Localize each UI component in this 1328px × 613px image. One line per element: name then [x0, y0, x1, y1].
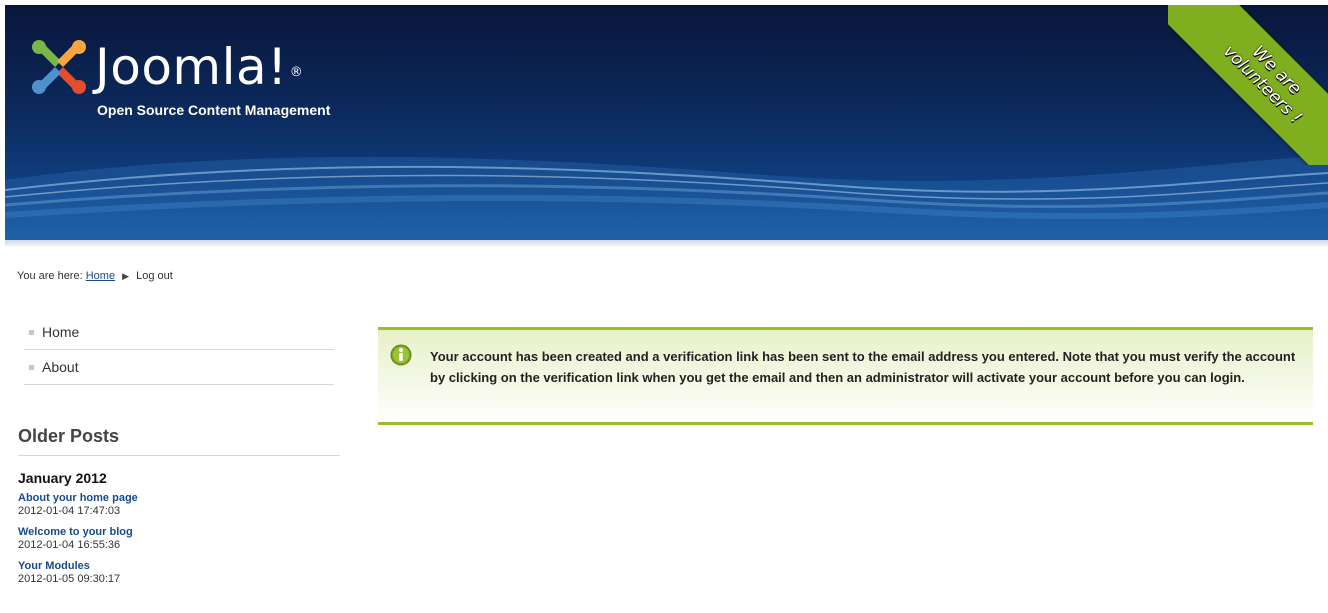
joomla-logo-icon	[32, 40, 86, 94]
archive-post-date: 2012-01-04 17:47:03	[18, 505, 121, 517]
joomla-logo[interactable]: Joomla! ® Open Source Content Management	[27, 31, 367, 131]
archive-post: Welcome to your blog 2012-01-04 16:55:36	[18, 526, 340, 551]
older-posts-module: Older Posts January 2012 About your home…	[18, 426, 340, 585]
menu-item-about[interactable]: About	[24, 350, 334, 385]
info-icon	[390, 344, 412, 366]
archive-post: About your home page 2012-01-04 17:47:03	[18, 492, 340, 517]
older-posts-title: Older Posts	[18, 426, 340, 456]
archive-month: January 2012	[18, 470, 107, 486]
archive-post-date: 2012-01-05 09:30:17	[18, 573, 121, 585]
archive-post-link[interactable]: Welcome to your blog	[18, 526, 340, 539]
breadcrumb-home-link[interactable]: Home	[86, 270, 115, 282]
volunteer-ribbon: We are volunteers !	[1168, 5, 1328, 165]
breadcrumb-separator-icon: ▶	[122, 271, 130, 281]
menu-item-home[interactable]: Home	[24, 315, 334, 350]
archive-post-date: 2012-01-04 16:55:36	[18, 539, 121, 551]
system-message-text: Your account has been created and a veri…	[430, 349, 1296, 385]
archive-post-link[interactable]: Your Modules	[18, 560, 340, 573]
menu-item-label: Home	[42, 324, 80, 340]
header-divider	[5, 240, 1328, 246]
main-menu: Home About	[24, 315, 334, 385]
archive-post: Your Modules 2012-01-05 09:30:17	[18, 560, 340, 585]
archive-post-link[interactable]: About your home page	[18, 492, 340, 505]
system-message: Your account has been created and a veri…	[378, 327, 1313, 425]
menu-item-label: About	[42, 359, 79, 375]
breadcrumb-prefix: You are here:	[17, 270, 83, 282]
bullet-icon	[29, 329, 34, 335]
logo-tagline: Open Source Content Management	[97, 102, 331, 118]
breadcrumb: You are here: Home ▶ Log out	[17, 270, 173, 282]
site-header: Joomla! ® Open Source Content Management	[5, 5, 1328, 245]
breadcrumb-current: Log out	[136, 270, 173, 282]
logo-wordmark: Joomla! ®	[95, 38, 304, 96]
bullet-icon	[29, 364, 34, 370]
